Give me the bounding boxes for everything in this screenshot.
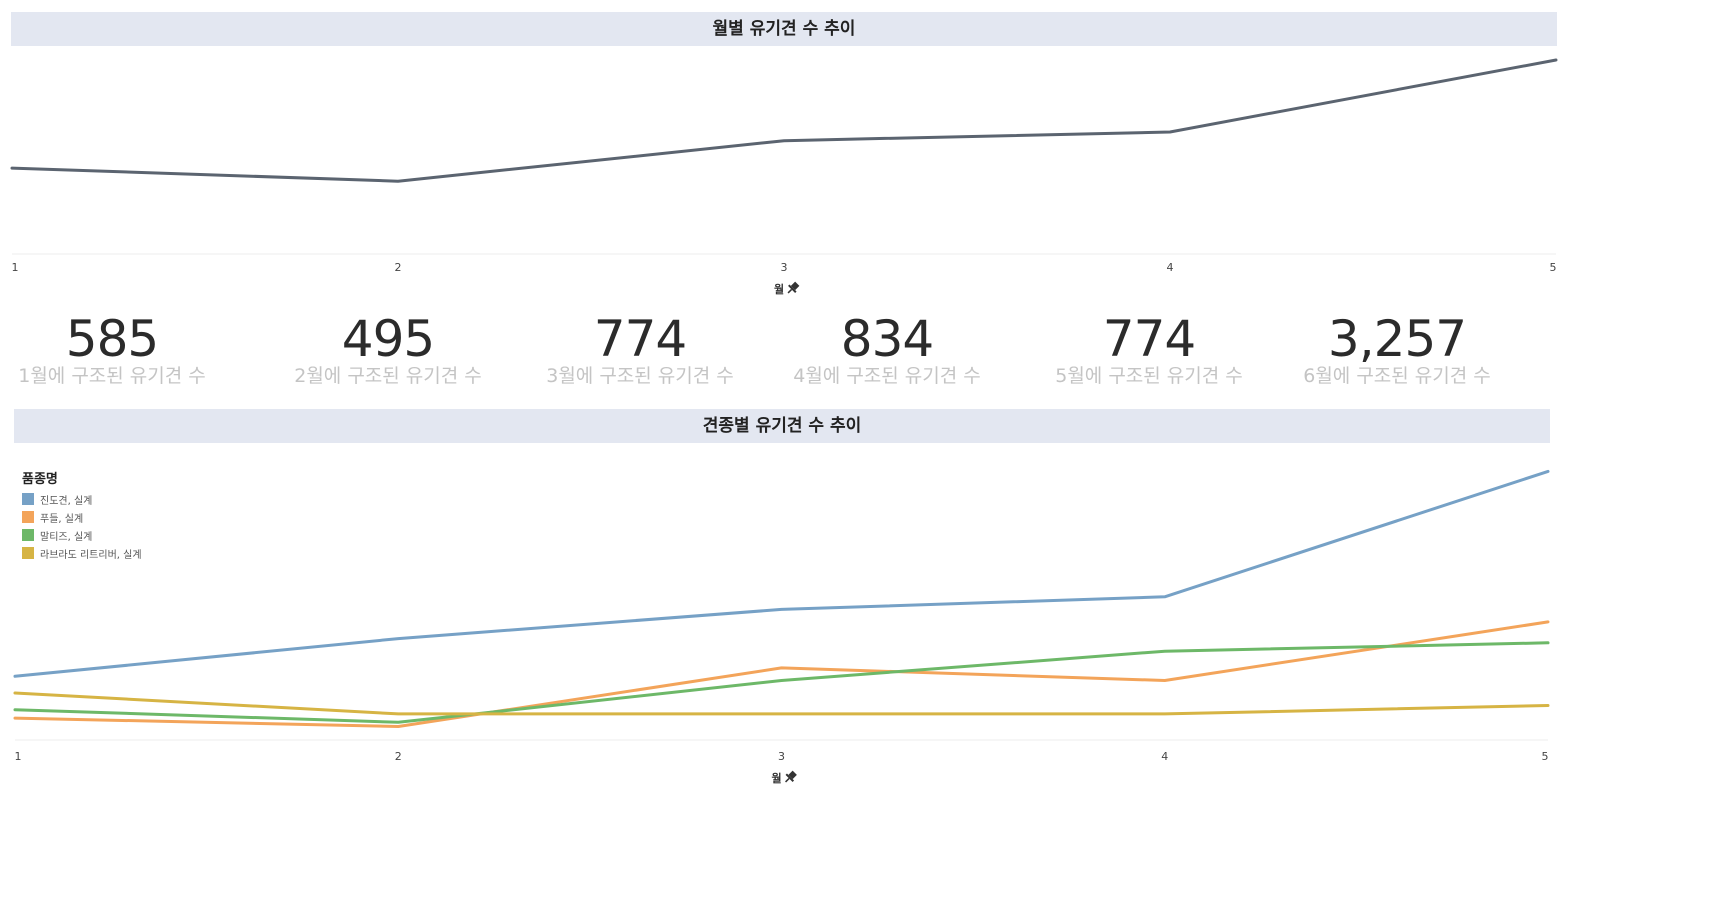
kpi-label: 5월에 구조된 유기견 수	[1055, 365, 1243, 387]
series-line-0[interactable]	[13, 469, 1550, 678]
kpi-value: 495	[341, 310, 435, 368]
legend-item[interactable]: 말티즈, 실계	[22, 526, 142, 544]
legend-swatch	[22, 529, 34, 541]
legend-item[interactable]: 푸들, 실계	[22, 508, 142, 526]
series-line-0[interactable]	[10, 58, 1558, 183]
x-tick-label: 4	[1167, 261, 1174, 274]
kpi-value: 3,257	[1327, 310, 1467, 368]
legend: 품종명 진도견, 실계 푸들, 실계 말티즈, 실계 라브라도 리트리버, 실계	[22, 468, 142, 562]
legend-label: 라브라도 리트리버, 실계	[40, 549, 142, 561]
kpi-value: 834	[840, 310, 934, 368]
kpi-jan: 585 1월에 구조된 유기견 수	[0, 312, 242, 388]
chart1-title: 월별 유기견 수 추이	[11, 12, 1557, 46]
kpi-apr: 834 4월에 구조된 유기견 수	[757, 312, 1017, 388]
legend-label: 말티즈, 실계	[40, 531, 93, 543]
legend-swatch	[22, 511, 34, 523]
x-tick-label: 2	[395, 750, 402, 763]
series-line-3[interactable]	[13, 691, 1550, 716]
x-tick-label: 3	[781, 261, 788, 274]
kpi-feb: 495 2월에 구조된 유기견 수	[258, 312, 518, 388]
x-tick-label: 1	[15, 750, 22, 763]
chart2-title: 견종별 유기견 수 추이	[14, 409, 1550, 443]
kpi-value: 774	[1102, 310, 1196, 368]
kpi-label: 1월에 구조된 유기견 수	[18, 365, 206, 387]
breed-line-chart: 1 2 3 4 5 월	[13, 469, 1550, 785]
kpi-value: 774	[593, 310, 687, 368]
pin-icon[interactable]	[785, 280, 801, 296]
kpi-label: 2월에 구조된 유기견 수	[294, 365, 482, 387]
x-axis-title: 월	[771, 771, 781, 785]
x-axis-title: 월	[774, 282, 784, 296]
legend-swatch	[22, 547, 34, 559]
x-tick-label: 5	[1542, 750, 1549, 763]
legend-swatch	[22, 493, 34, 505]
x-tick-label: 5	[1550, 261, 1557, 274]
kpi-value: 585	[65, 310, 159, 368]
kpi-label: 4월에 구조된 유기견 수	[793, 365, 981, 387]
kpi-may: 774 5월에 구조된 유기견 수	[1019, 312, 1279, 388]
legend-title: 품종명	[22, 472, 58, 487]
legend-item[interactable]: 진도견, 실계	[22, 490, 142, 508]
x-tick-label: 3	[778, 750, 785, 763]
pin-icon[interactable]	[782, 769, 798, 785]
kpi-label: 6월에 구조된 유기견 수	[1303, 365, 1491, 387]
kpi-label: 3월에 구조된 유기견 수	[546, 365, 734, 387]
legend-label: 진도견, 실계	[40, 495, 93, 507]
legend-label: 푸들, 실계	[40, 513, 84, 525]
kpi-jun: 3,257 6월에 구조된 유기견 수	[1267, 312, 1527, 388]
kpi-mar: 774 3월에 구조된 유기견 수	[510, 312, 770, 388]
legend-item[interactable]: 라브라도 리트리버, 실계	[22, 544, 142, 562]
x-tick-label: 4	[1161, 750, 1168, 763]
x-tick-label: 1	[12, 261, 19, 274]
monthly-line-chart: 1 2 3 4 5 월	[10, 58, 1558, 296]
x-tick-label: 2	[395, 261, 402, 274]
